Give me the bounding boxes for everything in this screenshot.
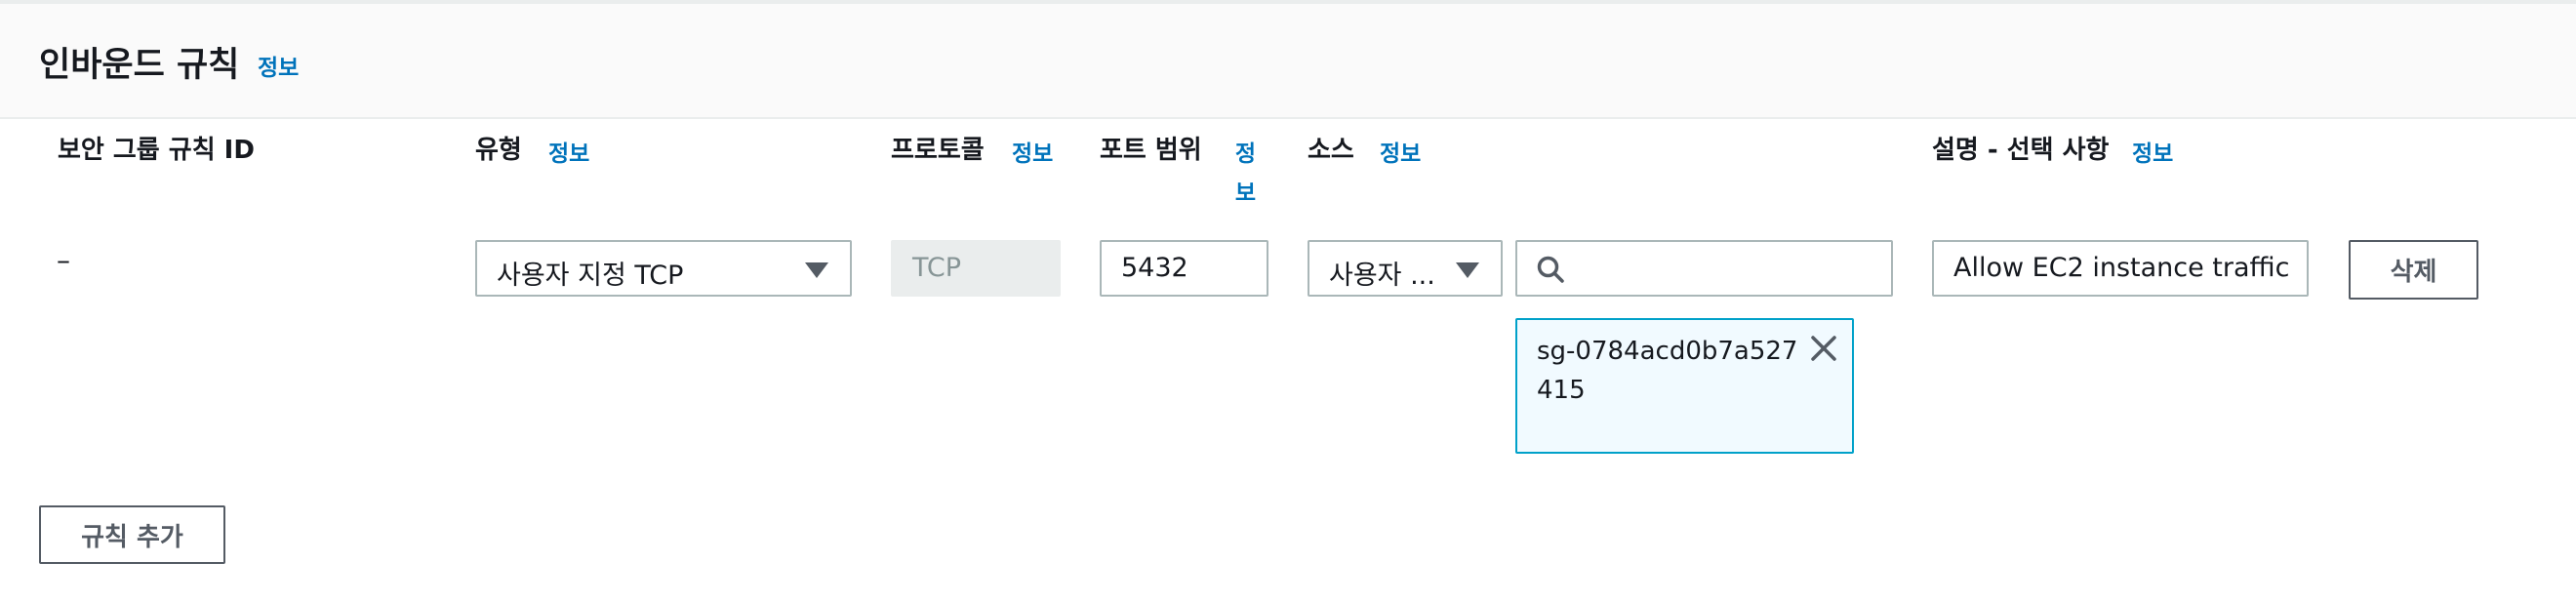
col-header-description: 설명 - 선택 사항 [1932,136,2110,165]
source-type-value: 사용자 ... [1329,261,1435,291]
type-select-value: 사용자 지정 TCP [497,261,684,291]
search-icon [1537,256,1564,283]
col-header-source: 소스 [1308,136,1354,165]
delete-rule-button[interactable]: 삭제 [2349,240,2478,300]
rule-id-value: – [57,244,70,276]
close-icon[interactable] [1809,334,1838,363]
protocol-field: TCP [891,240,1061,297]
type-info-link[interactable]: 정보 [548,135,589,168]
port-range-info-text: 정보 [1234,141,1256,206]
add-rule-button[interactable]: 규칙 추가 [39,505,225,564]
col-header-type: 유형 [475,136,522,165]
port-range-info-link[interactable]: 정보 [1100,135,1256,213]
source-type-select[interactable]: 사용자 ... [1308,240,1503,297]
type-select[interactable]: 사용자 지정 TCP [475,240,852,297]
caret-down-icon [1456,262,1479,278]
source-info-link[interactable]: 정보 [1380,135,1421,168]
description-info-link[interactable]: 정보 [2132,135,2173,168]
col-header-protocol: 프로토콜 [891,136,985,165]
section-title: 인바운드 규칙 [39,46,240,85]
description-input[interactable]: Allow EC2 instance traffic [1932,240,2309,297]
section-info-link[interactable]: 정보 [258,49,299,82]
source-search-input[interactable] [1515,240,1893,297]
source-token: sg-0784acd0b7a527415 [1515,318,1854,454]
caret-down-icon [805,262,828,278]
source-token-label: sg-0784acd0b7a527415 [1537,337,1798,405]
port-range-input[interactable]: 5432 [1100,240,1268,297]
col-header-rule-id: 보안 그룹 규칙 ID [58,136,255,165]
protocol-info-link[interactable]: 정보 [1012,135,1053,168]
section-header: 인바운드 규칙 정보 [0,4,2576,119]
